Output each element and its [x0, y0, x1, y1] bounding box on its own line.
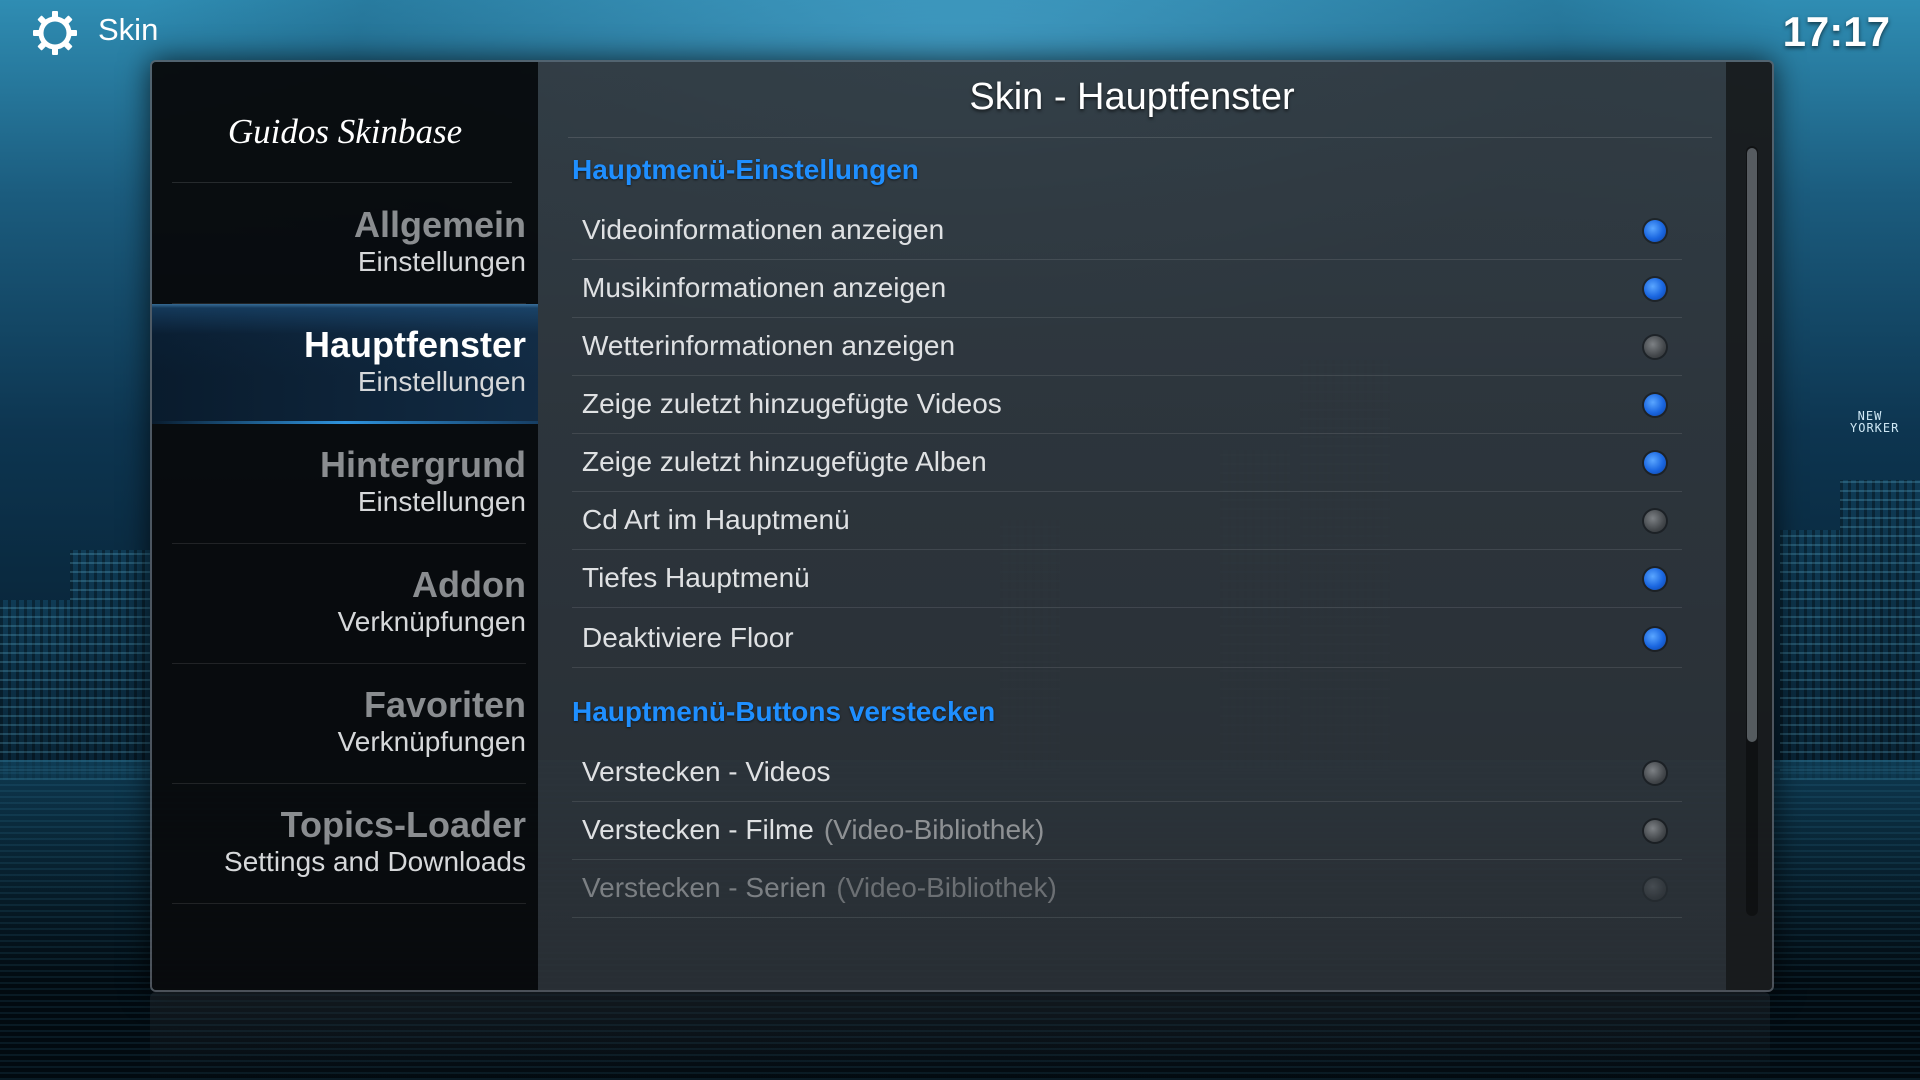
- radio-toggle-icon[interactable]: [1644, 878, 1666, 900]
- section-header-buttons-verstecken: Hauptmenü-Buttons verstecken: [572, 696, 996, 727]
- sidebar-item-subtitle: Settings and Downloads: [224, 846, 526, 877]
- radio-toggle-icon[interactable]: [1644, 820, 1666, 842]
- setting-row-verstecken-filme[interactable]: Verstecken - Filme (Video-Bibliothek): [572, 802, 1682, 860]
- setting-label: Wetterinformationen anzeigen: [582, 330, 956, 361]
- setting-label: Cd Art im Hauptmenü: [582, 504, 850, 535]
- sidebar-item-title: Favoriten: [363, 684, 526, 725]
- sidebar-item-hauptfenster[interactable]: Hauptfenster Einstellungen: [152, 304, 538, 424]
- divider: [572, 607, 1682, 608]
- sidebar-item-addon[interactable]: Addon Verknüpfungen: [152, 544, 538, 664]
- radio-toggle-icon[interactable]: [1644, 394, 1666, 416]
- scrollbar-track[interactable]: [1746, 146, 1758, 916]
- sidebar-item-title: Hauptfenster: [303, 324, 526, 365]
- radio-toggle-icon[interactable]: [1644, 568, 1666, 590]
- sidebar-item-subtitle: Verknüpfungen: [337, 726, 526, 757]
- scrollbar-thumb[interactable]: [1747, 148, 1757, 742]
- setting-row-verstecken-serien[interactable]: Verstecken - Serien (Video-Bibliothek): [572, 860, 1682, 918]
- setting-label: Zeige zuletzt hinzugefügte Videos: [582, 388, 1002, 419]
- setting-row-cd-art[interactable]: Cd Art im Hauptmenü: [572, 492, 1682, 550]
- divider: [572, 667, 1682, 668]
- radio-toggle-icon[interactable]: [1644, 628, 1666, 650]
- scrollbar-area: [1726, 62, 1772, 990]
- section-header-hauptmenu-einstellungen: Hauptmenü-Einstellungen: [572, 154, 919, 185]
- setting-label-text: Verstecken - Serien: [582, 872, 827, 903]
- setting-row-deaktiviere-floor[interactable]: Deaktiviere Floor: [572, 610, 1682, 668]
- sidebar-item-title: Hintergrund: [320, 444, 526, 485]
- divider: [572, 917, 1682, 918]
- sidebar-item-allgemein[interactable]: Allgemein Einstellungen: [152, 184, 538, 304]
- radio-toggle-icon[interactable]: [1644, 510, 1666, 532]
- setting-label: Verstecken - Serien (Video-Bibliothek): [582, 872, 1057, 904]
- setting-row-videoinformationen[interactable]: Videoinformationen anzeigen: [572, 202, 1682, 260]
- setting-row-musikinformationen[interactable]: Musikinformationen anzeigen: [572, 260, 1682, 318]
- panel-reflection: [150, 992, 1770, 1080]
- setting-row-zuletzt-alben[interactable]: Zeige zuletzt hinzugefügte Alben: [572, 434, 1682, 492]
- sidebar: Guidos Skinbase Allgemein Einstellungen …: [152, 62, 538, 990]
- sidebar-item-hintergrund[interactable]: Hintergrund Einstellungen: [152, 424, 538, 544]
- setting-hint: (Video-Bibliothek): [836, 872, 1057, 903]
- skin-logo: Guidos Skinbase: [227, 112, 463, 151]
- neon-sign: NEW YORKER: [1850, 409, 1900, 435]
- radio-toggle-icon[interactable]: [1644, 762, 1666, 784]
- divider: [568, 137, 1712, 138]
- setting-label: Tiefes Hauptmenü: [582, 562, 810, 593]
- setting-label: Verstecken - Filme (Video-Bibliothek): [582, 814, 1044, 846]
- setting-row-tiefes-hauptmenu[interactable]: Tiefes Hauptmenü: [572, 550, 1682, 608]
- setting-label: Musikinformationen anzeigen: [582, 272, 947, 303]
- setting-row-zuletzt-videos[interactable]: Zeige zuletzt hinzugefügte Videos: [572, 376, 1682, 434]
- sidebar-item-title: Topics-Loader: [280, 804, 526, 845]
- setting-row-wetterinformationen[interactable]: Wetterinformationen anzeigen: [572, 318, 1682, 376]
- setting-hint: (Video-Bibliothek): [823, 814, 1045, 845]
- settings-content: Skin - Hauptfenster Hauptmenü-Einstellun…: [538, 62, 1772, 990]
- radio-toggle-icon[interactable]: [1644, 220, 1666, 242]
- clock: 17:17: [1782, 8, 1890, 55]
- sidebar-item-title: Allgemein: [353, 204, 526, 245]
- radio-toggle-icon[interactable]: [1644, 278, 1666, 300]
- page-title: Skin - Hauptfenster: [969, 76, 1295, 118]
- sidebar-item-subtitle: Einstellungen: [357, 366, 526, 397]
- setting-label: Deaktiviere Floor: [582, 622, 794, 653]
- radio-toggle-icon[interactable]: [1644, 452, 1666, 474]
- setting-label: Verstecken - Videos: [582, 756, 831, 787]
- divider: [172, 903, 526, 904]
- radio-toggle-icon[interactable]: [1644, 336, 1666, 358]
- sidebar-item-subtitle: Einstellungen: [357, 486, 526, 517]
- sidebar-item-subtitle: Verknüpfungen: [337, 606, 526, 637]
- setting-label: Videoinformationen anzeigen: [582, 214, 945, 245]
- sidebar-item-favoriten[interactable]: Favoriten Verknüpfungen: [152, 664, 538, 784]
- setting-label: Zeige zuletzt hinzugefügte Alben: [582, 446, 987, 477]
- settings-panel: Guidos Skinbase Allgemein Einstellungen …: [150, 60, 1774, 992]
- sidebar-item-topics-loader[interactable]: Topics-Loader Settings and Downloads: [152, 784, 538, 904]
- setting-label-text: Verstecken - Filme: [582, 814, 814, 845]
- sidebar-item-subtitle: Einstellungen: [357, 246, 526, 277]
- sidebar-item-title: Addon: [412, 564, 526, 605]
- divider: [172, 182, 512, 183]
- gear-icon: [33, 11, 77, 55]
- header-section-title: Skin: [98, 12, 159, 47]
- setting-row-verstecken-videos[interactable]: Verstecken - Videos: [572, 744, 1682, 802]
